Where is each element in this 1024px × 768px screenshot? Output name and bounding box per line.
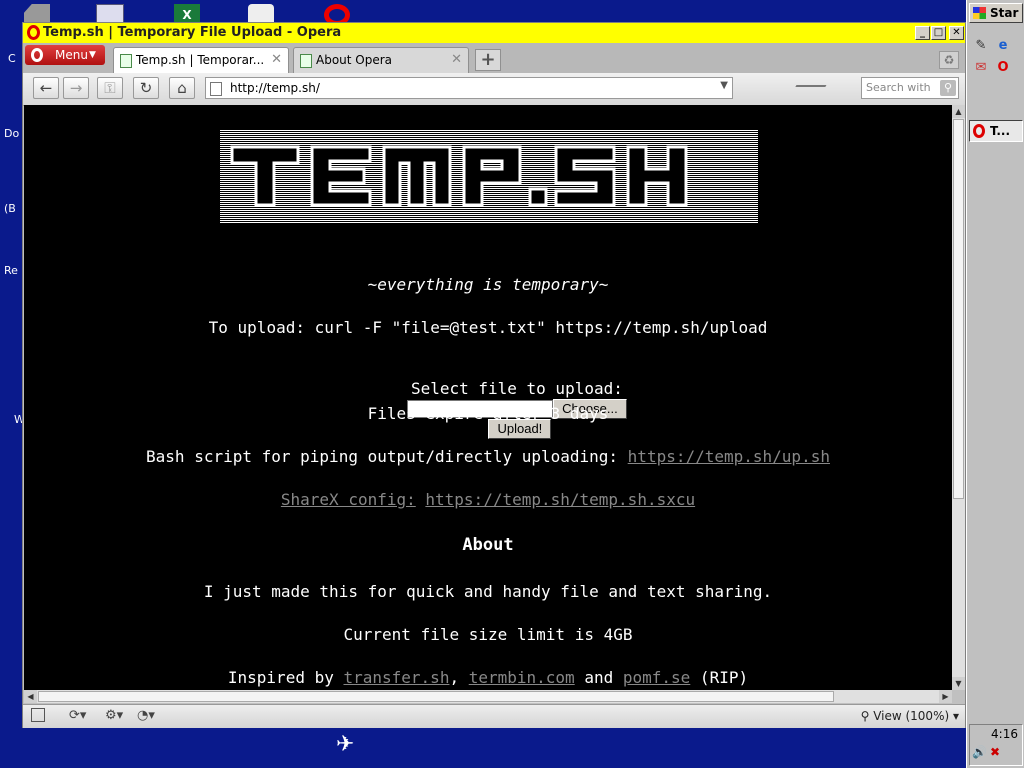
bash-line: Bash script for piping output/directly u… bbox=[24, 447, 952, 466]
zoom-control[interactable]: ⚲ View (100%) ▾ bbox=[861, 709, 959, 723]
scroll-right-icon[interactable]: ▶ bbox=[939, 690, 952, 703]
upload-command: To upload: curl -F "file=@test.txt" http… bbox=[208, 318, 768, 337]
transfer-sh-link[interactable]: transfer.sh bbox=[343, 668, 449, 687]
speed-dial-icon bbox=[789, 85, 827, 97]
tab-temp-sh[interactable]: Temp.sh | Temporar... ✕ bbox=[113, 47, 289, 73]
pomf-link[interactable]: pomf.se bbox=[623, 668, 690, 687]
sharex-config-link[interactable]: ShareX config: bbox=[281, 490, 416, 509]
opera-logo-icon bbox=[27, 25, 40, 40]
desktop-label-3: (B bbox=[4, 202, 16, 215]
search-placeholder: Search with bbox=[866, 81, 931, 94]
windows-logo-icon bbox=[973, 7, 986, 19]
scroll-thumb-horizontal[interactable] bbox=[38, 691, 834, 702]
browser-window: Temp.sh | Temporary File Upload - Opera … bbox=[22, 22, 966, 728]
tab-close-icon[interactable]: ✕ bbox=[451, 48, 462, 72]
vertical-scrollbar[interactable]: ▲ ▼ bbox=[952, 105, 965, 690]
taskbar-item-opera[interactable]: T... bbox=[969, 120, 1023, 142]
taskbar: Star ✎ e ✉ O T... 4:16 🔊 ✖ bbox=[966, 0, 1024, 768]
unite-icon[interactable]: ⚙▾ bbox=[105, 708, 123, 724]
scroll-down-icon[interactable]: ▼ bbox=[952, 677, 965, 690]
inspired-suffix: (RIP) bbox=[690, 668, 749, 687]
new-tab-button[interactable]: + bbox=[475, 49, 501, 71]
desktop-label-2: Do bbox=[4, 127, 20, 140]
chevron-down-icon: ▼ bbox=[89, 50, 96, 60]
bash-script-link[interactable]: https://temp.sh/up.sh bbox=[628, 447, 830, 466]
page-icon bbox=[120, 54, 132, 68]
chevron-down-icon[interactable]: ▼ bbox=[720, 80, 728, 91]
tab-about-opera[interactable]: About Opera ✕ bbox=[293, 47, 469, 73]
forward-button[interactable]: → bbox=[63, 77, 89, 99]
inspired-sep-1: , bbox=[449, 668, 469, 687]
tab-close-icon[interactable]: ✕ bbox=[271, 48, 282, 72]
opera-menu-icon bbox=[31, 48, 43, 62]
home-button[interactable]: ⌂ bbox=[169, 77, 195, 99]
minimize-button[interactable]: _ bbox=[915, 26, 930, 40]
search-icon[interactable]: ⚲ bbox=[940, 80, 956, 96]
scroll-left-icon[interactable]: ◀ bbox=[24, 690, 37, 703]
system-tray: 4:16 🔊 ✖ bbox=[969, 724, 1023, 766]
network-icon[interactable]: ✖ bbox=[990, 745, 1000, 759]
about-heading: About bbox=[462, 535, 514, 555]
select-file-label: Select file to upload: bbox=[410, 379, 623, 398]
turbo-icon[interactable]: ◔▾ bbox=[137, 708, 155, 724]
window-title: Temp.sh | Temporary File Upload - Opera bbox=[43, 25, 342, 40]
scroll-thumb[interactable] bbox=[953, 119, 964, 499]
scroll-up-icon[interactable]: ▲ bbox=[952, 105, 965, 118]
temp-sh-logo bbox=[220, 129, 758, 223]
tab-label: Temp.sh | Temporar... bbox=[136, 53, 265, 67]
page-icon bbox=[300, 54, 312, 68]
page-icon bbox=[210, 82, 222, 96]
opera-ql-icon[interactable]: O bbox=[995, 60, 1011, 76]
outlook-icon[interactable]: ✉ bbox=[973, 60, 989, 76]
inspired-prefix: Inspired by bbox=[227, 668, 344, 687]
ie-icon[interactable]: e bbox=[995, 38, 1011, 54]
maximize-button[interactable]: □ bbox=[931, 26, 946, 40]
horizontal-scrollbar[interactable]: ◀ ▶ bbox=[24, 690, 952, 703]
start-label: Star bbox=[990, 6, 1019, 20]
page-content: ~everything is temporary~ To upload: cur… bbox=[24, 105, 952, 690]
reload-button[interactable]: ↻ bbox=[133, 77, 159, 99]
search-input[interactable]: Search with ⚲ bbox=[861, 77, 959, 99]
sync-icon[interactable]: ⟳▾ bbox=[69, 708, 86, 724]
address-url: http://temp.sh/ bbox=[230, 81, 320, 95]
tagline: ~everything is temporary~ bbox=[367, 275, 609, 294]
close-button[interactable]: ✕ bbox=[949, 26, 964, 40]
size-limit-text: Current file size limit is 4GB bbox=[343, 625, 633, 644]
volume-icon[interactable]: 🔊 bbox=[972, 745, 987, 759]
tab-bar: Menu ▼ Temp.sh | Temporar... ✕ About Ope… bbox=[23, 43, 965, 73]
start-button[interactable]: Star bbox=[969, 3, 1023, 23]
termbin-link[interactable]: termbin.com bbox=[469, 668, 575, 687]
opera-menu-button[interactable]: Menu ▼ bbox=[25, 45, 105, 65]
taskbar-item-label: T... bbox=[990, 124, 1011, 138]
desktop-label-4: Re bbox=[4, 264, 18, 277]
sharex-url-link[interactable]: https://temp.sh/temp.sh.sxcu bbox=[425, 490, 695, 509]
mouse-cursor-icon: ✈ bbox=[336, 732, 355, 757]
menu-label: Menu bbox=[55, 48, 88, 62]
panel-toggle-icon[interactable] bbox=[31, 708, 45, 722]
inspired-sep-2: and bbox=[574, 668, 623, 687]
expire-text: Files expire after 3 days bbox=[367, 404, 609, 423]
sharex-line: ShareX config: https://temp.sh/temp.sh.s… bbox=[24, 490, 952, 509]
title-bar: Temp.sh | Temporary File Upload - Opera … bbox=[23, 23, 965, 43]
clock: 4:16 bbox=[991, 727, 1018, 741]
about-text: I just made this for quick and handy fil… bbox=[203, 582, 773, 601]
opera-icon bbox=[973, 124, 985, 138]
navigation-bar: ← → ⚿ ↻ ⌂ http://temp.sh/ ▼ Search with … bbox=[23, 73, 965, 106]
desktop-label-1: C bbox=[8, 52, 16, 65]
inspired-line: Inspired by transfer.sh, termbin.com and… bbox=[24, 668, 952, 687]
status-bar: ⟳▾ ⚙▾ ◔▾ ⚲ View (100%) ▾ bbox=[23, 704, 965, 728]
bash-label: Bash script for piping output/directly u… bbox=[146, 447, 628, 466]
desktop-ql-icon[interactable]: ✎ bbox=[973, 38, 989, 54]
key-icon[interactable]: ⚿ bbox=[97, 77, 123, 99]
zoom-icon: ⚲ bbox=[860, 709, 874, 723]
back-button[interactable]: ← bbox=[33, 77, 59, 99]
tab-label: About Opera bbox=[316, 53, 393, 67]
trash-icon[interactable]: ♻ bbox=[939, 51, 959, 69]
zoom-label: View (100%) bbox=[873, 709, 950, 723]
search-area: Search with ⚲ bbox=[743, 77, 961, 99]
address-bar[interactable]: http://temp.sh/ ▼ bbox=[205, 77, 733, 99]
